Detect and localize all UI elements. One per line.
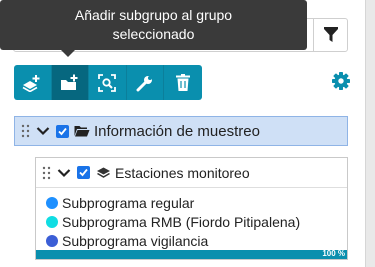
- add-subgroup-button[interactable]: [51, 65, 89, 100]
- add-layer-button[interactable]: [14, 65, 52, 100]
- group-row[interactable]: Información de muestreo: [14, 116, 348, 146]
- group-checkbox[interactable]: [56, 124, 69, 138]
- chevron-down-icon[interactable]: [36, 126, 50, 136]
- zoom-extent-button[interactable]: [89, 65, 127, 100]
- subgroup-panel: Estaciones monitoreo Subprograma regular…: [35, 157, 348, 260]
- tooltip: Añadir subgrupo al grupo seleccionado: [0, 0, 307, 50]
- subgroup-checkbox[interactable]: [77, 166, 90, 179]
- tooltip-line-1: Añadir subgrupo al grupo: [74, 7, 233, 23]
- item-label: Subprograma RMB (Fiordo Pitipalena): [62, 213, 301, 230]
- layers-icon: [97, 167, 110, 178]
- loading-progress-bar: 100 %: [36, 249, 347, 259]
- legend-dot: [46, 196, 58, 209]
- legend-dot: [46, 215, 58, 228]
- legend-dot: [46, 234, 58, 247]
- tooltip-line-2: seleccionado: [112, 26, 195, 42]
- layer-list: Subprograma regular Subprograma RMB (Fio…: [46, 193, 300, 250]
- filter-button[interactable]: [313, 19, 347, 51]
- drag-handle-icon[interactable]: [21, 124, 31, 138]
- item-label: Subprograma vigilancia: [62, 232, 209, 249]
- list-item[interactable]: Subprograma regular: [46, 193, 300, 212]
- add-folder-icon: [60, 74, 78, 90]
- drag-handle-icon[interactable]: [42, 166, 52, 180]
- subgroup-row[interactable]: Estaciones monitoreo: [36, 158, 347, 188]
- tooltip-arrow: [61, 50, 75, 57]
- checkmark-icon: [79, 168, 88, 177]
- gear-icon[interactable]: [331, 71, 351, 91]
- progress-label: 100 %: [322, 249, 345, 258]
- scrollbar[interactable]: [365, 0, 375, 267]
- delete-button[interactable]: [164, 65, 202, 100]
- folder-open-icon: [74, 126, 90, 137]
- item-label: Subprograma regular: [62, 194, 195, 211]
- group-label: Información de muestreo: [94, 122, 260, 140]
- subgroup-label: Estaciones monitoreo: [115, 164, 250, 181]
- chevron-down-icon[interactable]: [57, 168, 71, 178]
- funnel-icon: [323, 27, 338, 42]
- list-item[interactable]: Subprograma RMB (Fiordo Pitipalena): [46, 212, 300, 231]
- checkmark-icon: [58, 127, 67, 135]
- zoom-extent-icon: [98, 73, 117, 92]
- list-item[interactable]: Subprograma vigilancia: [46, 231, 300, 250]
- add-layer-icon: [22, 74, 40, 92]
- layer-toolbar: [14, 65, 202, 100]
- wrench-icon: [136, 75, 152, 91]
- tools-button[interactable]: [126, 65, 164, 100]
- trash-icon: [175, 74, 190, 91]
